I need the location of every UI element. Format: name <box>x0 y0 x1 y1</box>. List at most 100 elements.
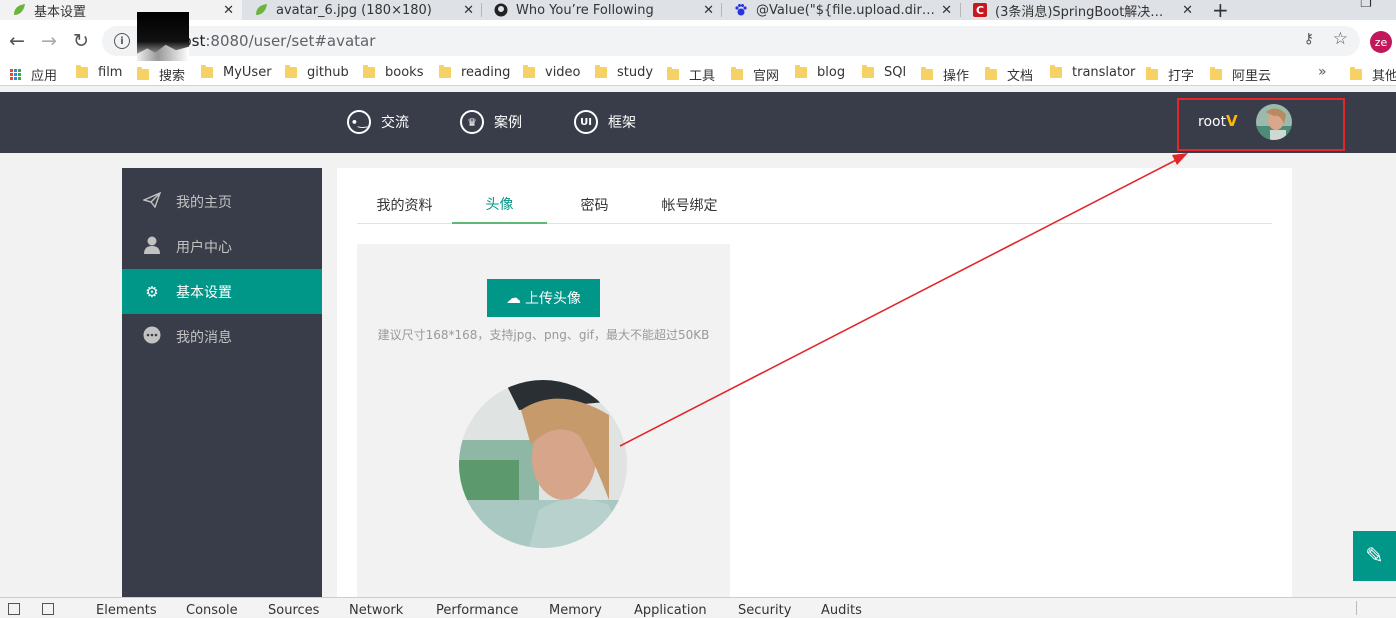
user-icon <box>142 236 162 258</box>
folder-icon <box>1350 67 1362 80</box>
bookmark-folder[interactable]: github <box>285 65 349 80</box>
bookmark-folder[interactable]: video <box>523 65 581 80</box>
folder-icon <box>1146 67 1158 80</box>
browser-tab-3[interactable]: @Value("${file.upload.dir}") pr ✕ <box>722 0 960 20</box>
sidebar-item-user-center[interactable]: 用户中心 <box>122 224 322 269</box>
devtools-tab-elements[interactable]: Elements <box>96 603 157 618</box>
header-user-avatar[interactable] <box>1256 104 1292 140</box>
sidebar-item-settings[interactable]: ⚙ 基本设置 <box>122 269 322 314</box>
bookmark-folder[interactable]: 官网 <box>731 65 779 84</box>
url-path: :8080/user/set#avatar <box>205 32 376 50</box>
forward-icon[interactable]: → <box>36 28 62 54</box>
folder-icon <box>439 65 451 78</box>
bookmark-folder[interactable]: 搜索 <box>137 65 185 84</box>
sidebar: 我的主页 用户中心 ⚙ 基本设置 我的消息 <box>122 168 322 614</box>
paper-plane-icon <box>141 191 162 212</box>
avatar-preview <box>459 380 627 548</box>
bookmark-folder[interactable]: 打字 <box>1146 65 1194 84</box>
message-icon <box>142 326 162 348</box>
reload-icon[interactable]: ↻ <box>68 28 94 54</box>
nav-item-framework[interactable]: UI 框架 <box>574 110 636 134</box>
close-icon[interactable]: ✕ <box>223 3 234 18</box>
paw-icon <box>734 3 748 17</box>
info-icon[interactable]: i <box>114 33 130 49</box>
upload-hint: 建议尺寸168*168，支持jpg、png、gif，最大不能超过50KB <box>377 328 710 342</box>
bookmark-folder[interactable]: MyUser <box>201 65 272 80</box>
vip-badge: V <box>1226 112 1238 130</box>
tab-password[interactable]: 密码 <box>547 185 642 224</box>
devtools-tab-network[interactable]: Network <box>349 603 403 618</box>
devtools-tab-memory[interactable]: Memory <box>549 603 602 618</box>
bookmark-folder[interactable]: books <box>363 65 423 80</box>
browser-tab-4[interactable]: C (3条消息)SpringBoot解决文件上 ✕ <box>961 0 1201 20</box>
bookmark-folder[interactable]: 操作 <box>921 65 969 84</box>
bookmark-other-folder[interactable]: 其他 <box>1350 65 1396 84</box>
tab-account-binding[interactable]: 帐号绑定 <box>642 185 737 224</box>
bookmark-folder[interactable]: 文档 <box>985 65 1033 84</box>
folder-icon <box>363 65 375 78</box>
close-icon[interactable]: ✕ <box>703 3 714 18</box>
close-icon[interactable]: ✕ <box>941 3 952 18</box>
user-name-link[interactable]: root <box>1198 114 1226 130</box>
bookmark-folder[interactable]: 阿里云 <box>1210 65 1271 84</box>
bookmarks-overflow-button[interactable]: » <box>1318 64 1327 80</box>
devtools-tab-security[interactable]: Security <box>738 603 791 618</box>
tab-avatar[interactable]: 头像 <box>452 185 547 224</box>
folder-icon <box>667 67 679 80</box>
bookmark-apps[interactable]: 应用 <box>10 65 57 84</box>
key-icon[interactable]: ⚷ <box>1304 31 1314 47</box>
folder-icon <box>1050 65 1062 78</box>
tab-profile[interactable]: 我的资料 <box>357 185 452 224</box>
devtools-tab-performance[interactable]: Performance <box>436 603 518 618</box>
sidebar-item-messages[interactable]: 我的消息 <box>122 314 322 359</box>
browser-toolbar: ← → ↻ i localhost:8080/user/set#avatar ⚷… <box>0 20 1396 62</box>
close-icon[interactable]: ✕ <box>1182 3 1193 18</box>
devtools-tab-sources[interactable]: Sources <box>268 603 319 618</box>
bookmark-folder[interactable]: SQl <box>862 65 906 80</box>
inspect-element-icon[interactable] <box>8 603 20 615</box>
address-bar[interactable]: i localhost:8080/user/set#avatar ⚷ ☆ <box>102 26 1360 56</box>
restore-window-icon[interactable]: ❐ <box>1360 0 1372 11</box>
settings-panel: 我的资料 头像 密码 帐号绑定 ☁ 上传头像 建议尺寸168*168，支持jpg… <box>337 168 1292 614</box>
bookmark-folder[interactable]: blog <box>795 65 845 80</box>
ui-icon: UI <box>574 110 598 134</box>
star-icon[interactable]: ☆ <box>1333 29 1348 49</box>
folder-icon <box>201 65 213 78</box>
nav-item-cases[interactable]: ♛ 案例 <box>460 110 522 134</box>
bookmark-folder[interactable]: translator <box>1050 65 1135 80</box>
github-icon <box>494 3 508 17</box>
profile-avatar[interactable]: ze <box>1370 31 1392 53</box>
site-logo[interactable] <box>137 12 189 61</box>
bookmarks-bar: 应用 film 搜索 MyUser github books reading v… <box>0 62 1396 86</box>
cloud-upload-icon: ☁ <box>506 290 521 307</box>
bookmark-folder[interactable]: study <box>595 65 653 80</box>
devtools-tab-application[interactable]: Application <box>634 603 707 618</box>
leaf-icon <box>12 3 26 17</box>
device-toolbar-icon[interactable] <box>42 603 54 615</box>
new-tab-button[interactable]: + <box>1212 0 1229 22</box>
settings-tabs: 我的资料 头像 密码 帐号绑定 <box>357 185 1272 224</box>
folder-icon <box>523 65 535 78</box>
close-icon[interactable]: ✕ <box>463 3 474 18</box>
edit-float-button[interactable]: ✎ <box>1353 531 1396 581</box>
browser-tab-2[interactable]: Who You’re Following ✕ <box>482 0 722 20</box>
bookmark-folder[interactable]: reading <box>439 65 510 80</box>
bookmark-folder[interactable]: film <box>76 65 122 80</box>
folder-icon <box>1210 67 1222 80</box>
browser-tab-0[interactable]: 基本设置 ✕ <box>0 0 242 20</box>
devtools-tab-audits[interactable]: Audits <box>821 603 862 618</box>
sidebar-item-home[interactable]: 我的主页 <box>122 179 322 224</box>
nav-item-chat[interactable]: •‿ 交流 <box>347 110 409 134</box>
browser-tab-1[interactable]: avatar_6.jpg (180×180) ✕ <box>242 0 482 20</box>
back-icon[interactable]: ← <box>4 28 30 54</box>
folder-icon <box>862 65 874 78</box>
crown-icon: ♛ <box>460 110 484 134</box>
pencil-icon: ✎ <box>1365 543 1384 569</box>
folder-icon <box>76 65 88 78</box>
devtools-tab-console[interactable]: Console <box>186 603 238 618</box>
folder-icon <box>985 67 997 80</box>
upload-avatar-button[interactable]: ☁ 上传头像 <box>487 279 600 317</box>
devtools-tabbar: Elements Console Sources Network Perform… <box>0 597 1396 618</box>
bookmark-folder[interactable]: 工具 <box>667 65 715 84</box>
csdn-icon: C <box>973 3 987 17</box>
